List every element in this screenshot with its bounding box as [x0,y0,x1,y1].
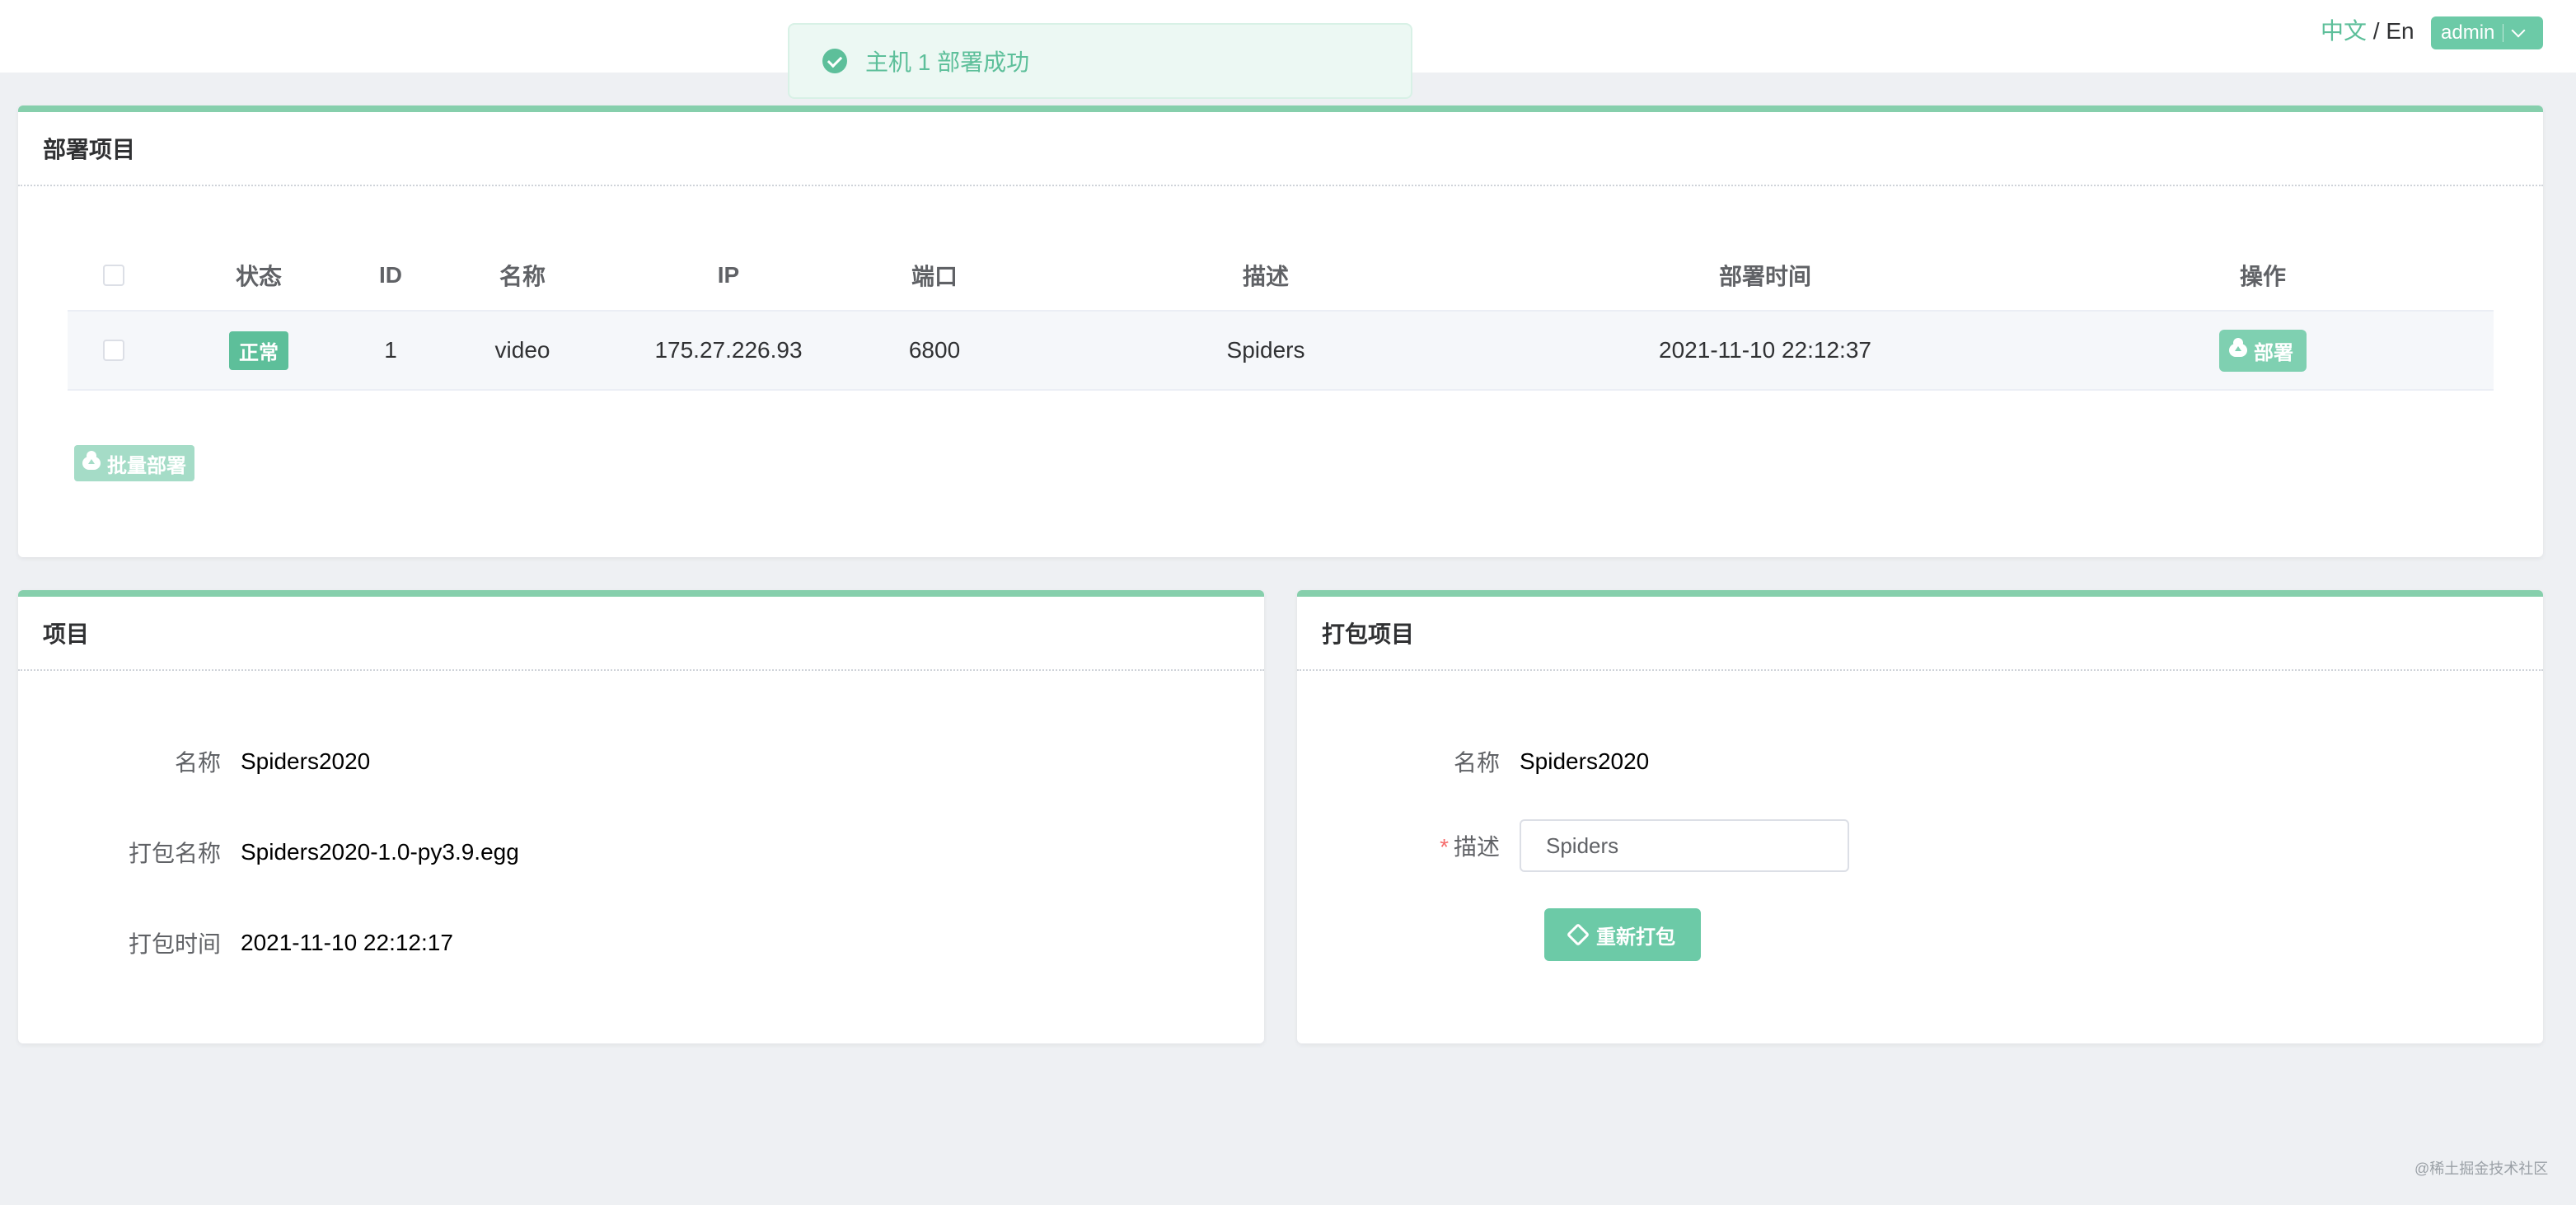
lang-en-link[interactable]: En [2386,18,2414,44]
deploy-panel: 部署项目 状态 ID 名称 IP 端口 描述 部署时间 操作 正常 1 vide… [18,105,2543,557]
chevron-down-icon [2511,23,2526,38]
action-cell: 部署 [2219,312,2307,389]
select-all-checkbox[interactable] [103,265,124,286]
project-name-label: 名称 [174,750,221,776]
rebuild-button-label: 重新打包 [1596,926,1675,949]
port-cell: 6800 [908,337,961,363]
cloud-upload-icon [2229,338,2247,357]
column-header-status: 状态 [235,264,283,289]
project-name-row: 名称 Spiders2020 [43,745,370,778]
lang-zh-link[interactable]: 中文 [2321,18,2367,44]
table-row: 正常 1 video 175.27.226.93 6800 Spiders 20… [68,310,2494,391]
project-panel: 项目 名称 Spiders2020 打包名称 Spiders2020-1.0-p… [18,590,1264,1043]
toast-message: 主机 1 部署成功 [865,49,1030,75]
cloud-upload-icon [82,451,101,470]
select-all-checkbox-cell [103,241,124,310]
package-icon [1566,922,1590,947]
build-name-label: 名称 [1453,750,1500,776]
batch-deploy-button[interactable]: 批量部署 [74,445,194,481]
status-cell: 正常 [229,312,288,389]
user-name: admin [2441,21,2495,44]
column-header-name: 名称 [499,264,546,289]
description-cell: Spiders [1226,337,1305,363]
id-cell: 1 [384,337,397,363]
check-circle-icon [822,49,847,73]
deploy-panel-title: 部署项目 [18,112,2543,186]
project-panel-title: 项目 [18,597,1264,671]
name-cell: video [494,337,550,363]
user-dropdown-button[interactable]: admin [2431,16,2543,49]
watermark: @稀土掘金技术社区 [2414,1160,2549,1177]
build-panel: 打包项目 名称 Spiders2020 *描述 重新打包 [1297,590,2543,1043]
row-checkbox-cell [103,312,124,389]
package-name-value: Spiders2020-1.0-py3.9.egg [241,839,519,865]
build-panel-title: 打包项目 [1297,597,2543,671]
lang-separator: / [2372,18,2380,44]
column-header-port: 端口 [911,264,958,289]
deploy-button[interactable]: 部署 [2219,329,2307,372]
row-checkbox[interactable] [103,340,124,361]
build-description-label: 描述 [1453,834,1500,860]
column-header-actions: 操作 [2239,264,2287,289]
success-toast: 主机 1 部署成功 [788,23,1412,99]
project-name-value: Spiders2020 [241,748,371,774]
package-time-label: 打包时间 [128,931,221,957]
column-header-ip: IP [717,262,740,288]
description-input[interactable] [1520,819,1849,872]
required-mark: * [1440,834,1449,860]
deploy-time-cell: 2021-11-10 22:12:37 [1659,337,1871,363]
deploy-button-label: 部署 [2254,341,2293,364]
language-switcher: 中文 / En [2321,16,2414,46]
column-header-id: ID [379,262,402,288]
package-name-label: 打包名称 [128,841,221,866]
package-time-value: 2021-11-10 22:12:17 [241,930,453,955]
build-description-row: * 描述 [1322,819,1849,872]
deploy-table: 状态 ID 名称 IP 端口 描述 部署时间 操作 正常 1 video 175… [68,241,2494,391]
ip-cell: 175.27.226.93 [654,337,803,363]
batch-deploy-label: 批量部署 [107,454,186,477]
build-name-row: 名称 Spiders2020 [1322,745,1649,778]
column-header-deploy-time: 部署时间 [1718,264,1812,289]
rebuild-button[interactable]: 重新打包 [1544,908,1701,961]
package-time-row: 打包时间 2021-11-10 22:12:17 [43,926,453,959]
column-header-description: 描述 [1242,264,1290,289]
build-name-value: Spiders2020 [1520,748,1650,774]
build-description-label-wrap: * 描述 [1322,829,1520,862]
status-badge: 正常 [229,331,288,370]
package-name-row: 打包名称 Spiders2020-1.0-py3.9.egg [43,836,519,869]
table-header: 状态 ID 名称 IP 端口 描述 部署时间 操作 [68,241,2494,310]
